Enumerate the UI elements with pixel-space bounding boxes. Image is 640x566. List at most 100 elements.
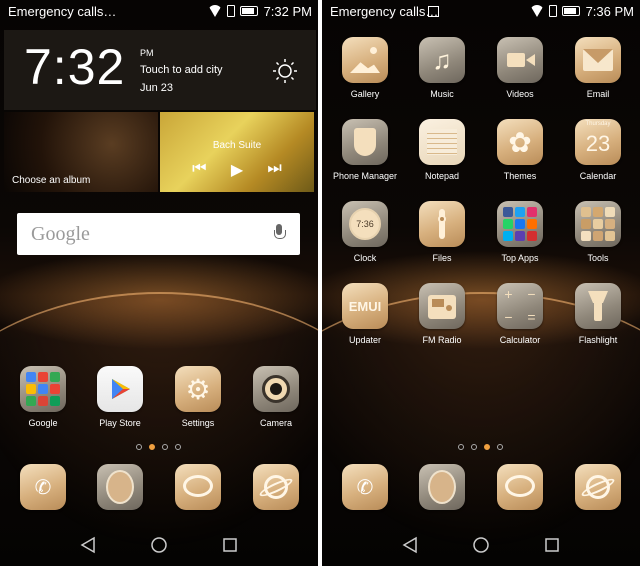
photo-album-widget[interactable]: Choose an album xyxy=(4,112,158,192)
dock-contacts[interactable] xyxy=(407,464,477,516)
app-google[interactable]: Google xyxy=(8,366,78,428)
page-dot[interactable] xyxy=(175,444,181,450)
app-label: FM Radio xyxy=(422,335,462,345)
sim-icon xyxy=(549,5,557,17)
recent-apps-icon[interactable] xyxy=(222,536,238,554)
emui-badge: EMUI xyxy=(348,298,382,314)
weather-clock-widget[interactable]: 7:32 PM Touch to add city Jun 23 xyxy=(4,30,316,110)
track-title: Bach Suite xyxy=(212,140,262,151)
app-gallery[interactable]: Gallery xyxy=(330,37,400,99)
app-label: Gallery xyxy=(350,89,380,99)
google-search-bar[interactable]: Google xyxy=(17,213,300,255)
app-label: Flashlight xyxy=(578,335,618,345)
app-label: Settings xyxy=(181,418,215,428)
music-note-icon: ♫ xyxy=(419,37,465,83)
app-label: Updater xyxy=(348,335,382,345)
app-label: Calendar xyxy=(579,171,617,181)
home-icon[interactable] xyxy=(150,536,168,554)
previous-icon[interactable]: ⏮ xyxy=(192,160,206,180)
home-screen-left: Emergency calls… 7:32 PM 7:32 PM Touch t… xyxy=(0,0,318,566)
google-folder-icon xyxy=(20,366,66,412)
app-label: Videos xyxy=(506,89,534,99)
dock-phone[interactable]: ✆ xyxy=(330,464,400,516)
camera-icon xyxy=(253,366,299,412)
add-city-link[interactable]: Touch to add city xyxy=(140,64,223,76)
music-widget[interactable]: Bach Suite ⏮ ▶ ⏭ xyxy=(160,112,314,192)
app-label: Themes xyxy=(503,171,537,181)
emui-updater-icon: EMUI xyxy=(342,283,388,329)
gear-icon: ⚙ xyxy=(175,366,221,412)
video-camera-icon xyxy=(497,37,543,83)
status-time: 7:32 PM xyxy=(263,4,312,19)
app-tools[interactable]: Tools xyxy=(563,201,633,263)
home-screen-right: Emergency calls… 7:36 PM Gallery ♫ Music… xyxy=(322,0,640,566)
dock-messaging[interactable] xyxy=(163,464,233,516)
flower-icon: ✿ xyxy=(497,119,543,165)
clock-icon: 7:36 xyxy=(342,201,388,247)
home-icon[interactable] xyxy=(472,536,490,554)
app-label: Calculator xyxy=(499,335,541,345)
screenshot-notification-icon xyxy=(428,6,439,17)
calculator-icon: + − − = xyxy=(497,283,543,329)
status-bar: Emergency calls… 7:32 PM xyxy=(0,0,318,24)
navigation-bar xyxy=(322,526,640,566)
app-email[interactable]: Email xyxy=(563,37,633,99)
widget-time: 7:32 xyxy=(24,39,126,95)
top-apps-folder-icon xyxy=(497,201,543,247)
back-icon[interactable] xyxy=(80,536,96,554)
recent-apps-icon[interactable] xyxy=(544,536,560,554)
app-calendar[interactable]: Thursday 23 Calendar xyxy=(563,119,633,181)
app-label: Music xyxy=(430,89,454,99)
app-label: Clock xyxy=(353,253,377,263)
page-dot-active[interactable] xyxy=(149,444,155,450)
dock-browser[interactable] xyxy=(241,464,311,516)
page-dot[interactable] xyxy=(497,444,503,450)
back-icon[interactable] xyxy=(402,536,418,554)
files-icon xyxy=(419,201,465,247)
app-fm-radio[interactable]: FM Radio xyxy=(407,283,477,345)
shield-icon xyxy=(342,119,388,165)
navigation-bar xyxy=(0,526,318,566)
play-icon[interactable]: ▶ xyxy=(231,160,243,180)
messaging-icon xyxy=(175,464,221,510)
dock-contacts[interactable] xyxy=(85,464,155,516)
app-updater[interactable]: EMUI Updater xyxy=(330,283,400,345)
gallery-icon xyxy=(342,37,388,83)
app-files[interactable]: Files xyxy=(407,201,477,263)
app-phone-manager[interactable]: Phone Manager xyxy=(330,119,400,181)
dock-browser[interactable] xyxy=(563,464,633,516)
app-label: Notepad xyxy=(424,171,460,181)
microphone-icon[interactable] xyxy=(274,224,286,242)
page-dot[interactable] xyxy=(136,444,142,450)
page-dot-active[interactable] xyxy=(484,444,490,450)
notepad-icon xyxy=(419,119,465,165)
app-calculator[interactable]: + − − = Calculator xyxy=(485,283,555,345)
app-top-apps[interactable]: Top Apps xyxy=(485,201,555,263)
page-dot[interactable] xyxy=(162,444,168,450)
calendar-weekday: Thursday xyxy=(585,121,611,127)
app-label: Phone Manager xyxy=(332,171,398,181)
app-label: Google xyxy=(28,418,58,428)
dock-messaging[interactable] xyxy=(485,464,555,516)
app-notepad[interactable]: Notepad xyxy=(407,119,477,181)
app-flashlight[interactable]: Flashlight xyxy=(563,283,633,345)
app-videos[interactable]: Videos xyxy=(485,37,555,99)
app-camera[interactable]: Camera xyxy=(241,366,311,428)
contacts-icon xyxy=(419,464,465,510)
dock-phone[interactable]: ✆ xyxy=(8,464,78,516)
page-dot[interactable] xyxy=(458,444,464,450)
battery-icon xyxy=(240,6,258,16)
app-themes[interactable]: ✿ Themes xyxy=(485,119,555,181)
app-music[interactable]: ♫ Music xyxy=(407,37,477,99)
contacts-icon xyxy=(97,464,143,510)
app-clock[interactable]: 7:36 Clock xyxy=(330,201,400,263)
app-play-store[interactable]: Play Store xyxy=(85,366,155,428)
app-settings[interactable]: ⚙ Settings xyxy=(163,366,233,428)
page-dot[interactable] xyxy=(471,444,477,450)
next-icon[interactable]: ⏭ xyxy=(267,160,281,180)
sun-icon xyxy=(273,59,297,83)
app-label: Top Apps xyxy=(501,253,539,263)
page-indicator xyxy=(458,444,503,450)
sim-icon xyxy=(227,5,235,17)
app-label: Tools xyxy=(587,253,609,263)
